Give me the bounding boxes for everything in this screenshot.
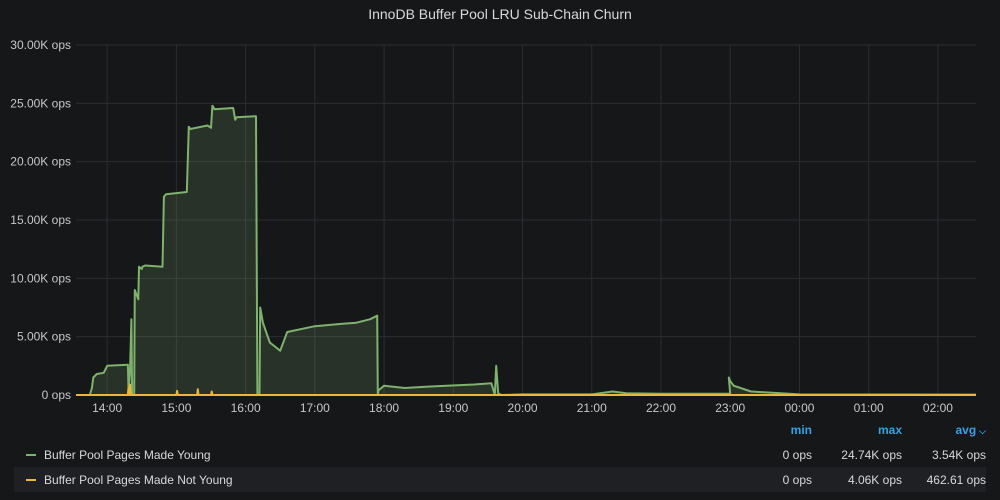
legend-header: min max avg ⌵ xyxy=(14,418,986,442)
legend-max-value: 24.74K ops xyxy=(841,447,902,462)
x-tick-label: 20:00 xyxy=(508,401,538,415)
series-group xyxy=(76,104,977,396)
x-tick-label: 17:00 xyxy=(300,401,330,415)
legend-series-name[interactable]: Buffer Pool Pages Made Young xyxy=(44,448,722,462)
legend-min-value: 0 ops xyxy=(782,472,812,487)
legend-max-value: 4.06K ops xyxy=(847,472,902,487)
x-tick-label: 02:00 xyxy=(923,401,953,415)
x-tick-label: 01:00 xyxy=(854,401,884,415)
y-tick-label: 0 ops xyxy=(42,388,71,402)
x-tick-label: 21:00 xyxy=(577,401,607,415)
y-tick-label: 10.00K ops xyxy=(10,271,71,285)
legend-max-header[interactable]: max xyxy=(812,423,902,437)
legend-avg-value: 462.61 ops xyxy=(926,472,986,487)
y-tick-label: 30.00K ops xyxy=(10,38,71,52)
series-color-swatch[interactable] xyxy=(26,453,36,456)
series-layer xyxy=(76,104,977,396)
series-color-swatch[interactable] xyxy=(26,478,36,481)
x-tick-label: 14:00 xyxy=(92,401,122,415)
y-tick-label: 15.00K ops xyxy=(10,213,71,227)
y-tick-label: 5.00K ops xyxy=(17,330,71,344)
legend-min-header[interactable]: min xyxy=(722,423,812,437)
chart-area[interactable]: 0 ops 5.00K ops 10.00K ops 15.00K ops 20.00K… xyxy=(0,0,1000,420)
series-area xyxy=(76,105,976,395)
x-tick-label: 16:00 xyxy=(231,401,261,415)
legend-avg-header[interactable]: avg ⌵ xyxy=(902,423,986,437)
x-tick-label: 15:00 xyxy=(161,401,191,415)
y-tick-label: 25.00K ops xyxy=(10,96,71,110)
legend-series-name[interactable]: Buffer Pool Pages Made Not Young xyxy=(44,473,722,487)
legend-row[interactable]: Buffer Pool Pages Made Not Young 0 ops 4… xyxy=(14,467,986,492)
legend-avg-label: avg xyxy=(955,423,977,437)
legend-min-value: 0 ops xyxy=(782,447,812,462)
sort-desc-icon: ⌵ xyxy=(979,426,986,436)
x-tick-label: 22:00 xyxy=(646,401,676,415)
x-tick-label: 00:00 xyxy=(784,401,814,415)
y-tick-label: 20.00K ops xyxy=(10,155,71,169)
x-tick-label: 23:00 xyxy=(715,401,745,415)
graph-panel: InnoDB Buffer Pool LRU Sub-Chain Churn 0… xyxy=(0,0,1000,500)
x-tick-label: 19:00 xyxy=(438,401,468,415)
legend-table: min max avg ⌵ Buffer Pool Pages Made Youn… xyxy=(14,418,986,492)
legend-row[interactable]: Buffer Pool Pages Made Young 0 ops 24.74… xyxy=(14,442,986,467)
legend-avg-value: 3.54K ops xyxy=(931,447,986,462)
x-tick-label: 18:00 xyxy=(369,401,399,415)
